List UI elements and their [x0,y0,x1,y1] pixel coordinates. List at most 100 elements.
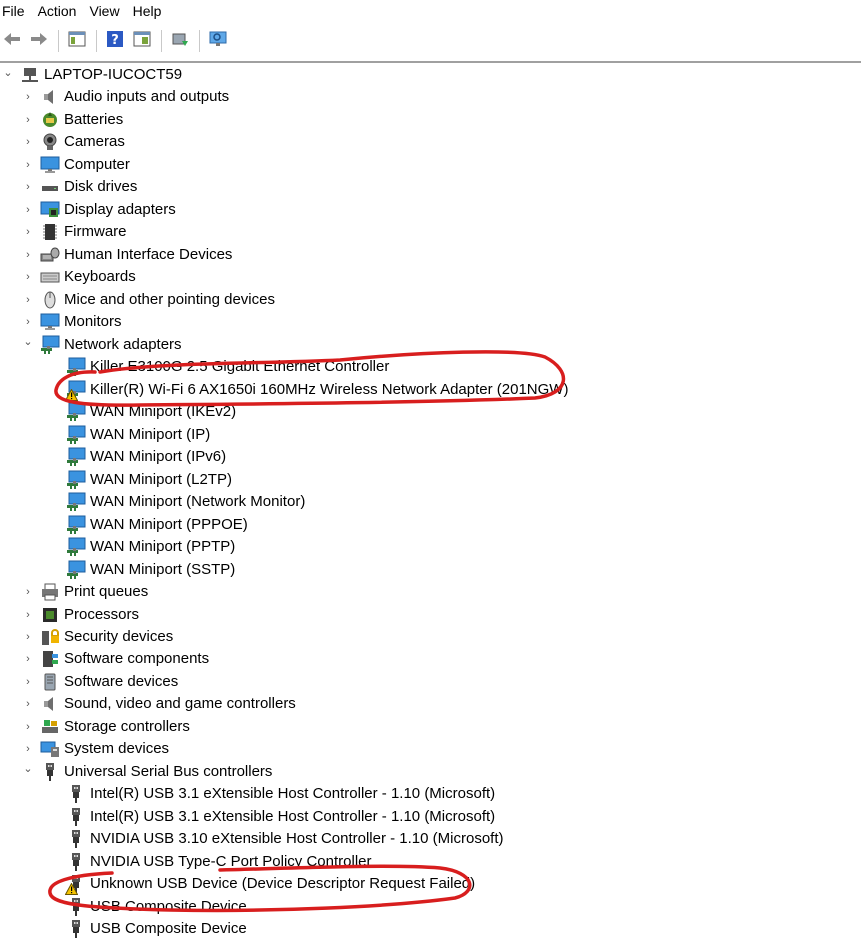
tree-device-wan-miniport-pppoe[interactable]: WAN Miniport (PPPOE) [66,514,248,536]
chevron-right-icon[interactable]: › [22,136,34,148]
tree-device-wan-miniport-l2tp[interactable]: WAN Miniport (L2TP) [66,469,232,491]
chevron-right-icon[interactable]: › [22,91,34,103]
tree-category-batteries-label: Batteries [64,110,124,128]
chip-icon [40,222,60,242]
software-device-icon [40,672,60,692]
tree-device-wan-miniport-ip-label: WAN Miniport (IP) [90,425,211,443]
chevron-down-icon[interactable]: ⌄ [2,66,14,79]
tree-category-display-adapters[interactable]: › Display adapters [22,199,176,221]
tree-device-unknown-usb-device-device-descriptor-request-failed[interactable]: Unknown USB Device (Device Descriptor Re… [65,873,475,896]
help-button[interactable]: ? [103,29,127,53]
chevron-right-icon[interactable]: › [22,631,34,643]
chevron-right-icon[interactable]: › [22,249,34,261]
tree-category-monitors-label: Monitors [64,313,122,331]
speaker-icon [40,694,60,714]
tree-device-killer-r-wi-fi-6-ax1650i-160mhz-wireless-network-adapter-201ngw[interactable]: Killer(R) Wi-Fi 6 AX1650i 160MHz Wireles… [65,379,568,401]
tree-device-intel-r-usb-3-1-extensible-host-controller-1-10-microsoft[interactable]: Intel(R) USB 3.1 eXtensible Host Control… [66,783,495,805]
tree-device-killer-e3100g-2-5-gigabit-ethernet-controller[interactable]: Killer E3100G 2.5 Gigabit Ethernet Contr… [66,356,389,378]
chevron-down-icon[interactable]: ⌄ [22,336,34,348]
tree-device-wan-miniport-pptp[interactable]: WAN Miniport (PPTP) [66,536,235,558]
chevron-right-icon[interactable]: › [22,159,34,171]
menu-file[interactable]: File [0,0,34,22]
chevron-right-icon[interactable]: › [22,114,34,126]
properties-button[interactable] [130,29,154,53]
tree-device-wan-miniport-network-monitor[interactable]: WAN Miniport (Network Monitor) [66,491,305,513]
tree-device-usb-composite-device[interactable]: USB Composite Device [66,918,247,940]
tree-category-security-devices[interactable]: › Security devices [22,626,173,648]
tree-category-cameras[interactable]: › Cameras [22,131,125,153]
chevron-right-icon[interactable]: › [22,743,34,755]
tree-category-human-interface-devices-label: Human Interface Devices [64,245,233,263]
menu-action[interactable]: Action [34,0,86,22]
tree-category-computer[interactable]: › Computer [22,154,130,176]
tree-category-keyboards[interactable]: › Keyboards [22,266,136,288]
tree-category-batteries[interactable]: › Batteries [22,109,123,131]
monitor-icon [40,312,60,332]
computer-root-icon [20,65,40,85]
tree-device-intel-r-usb-3-1-extensible-host-controller-1-10-microsoft-label: Intel(R) USB 3.1 eXtensible Host Control… [90,785,496,803]
chevron-right-icon[interactable]: › [22,676,34,688]
speaker-icon [40,87,60,107]
chevron-right-icon[interactable]: › [22,609,34,621]
tree-device-wan-miniport-ip[interactable]: WAN Miniport (IP) [66,424,210,446]
update-driver-button[interactable] [168,29,192,53]
scan-hardware-icon [208,29,228,54]
tree-category-storage-controllers[interactable]: › Storage controllers [22,716,190,738]
chevron-right-icon[interactable]: › [22,586,34,598]
tree-category-network-adapters-label: Network adapters [64,335,182,353]
tree-category-network-adapters[interactable]: ⌄ Network adapters [22,334,182,356]
system-icon [40,739,60,759]
chevron-right-icon[interactable]: › [22,653,34,665]
display-adapter-icon [40,200,60,220]
tree-category-processors[interactable]: › Processors [22,604,139,626]
tree-device-wan-miniport-ikev2[interactable]: WAN Miniport (IKEv2) [66,401,236,423]
chevron-down-icon[interactable]: ⌄ [22,763,34,775]
show-hide-console-tree-icon [67,29,87,54]
network-icon [66,560,86,580]
tree-device-wan-miniport-sstp[interactable]: WAN Miniport (SSTP) [66,559,235,581]
chevron-right-icon[interactable]: › [22,721,34,733]
usb-icon [66,919,86,939]
tree-category-sound-video-and-game-controllers[interactable]: › Sound, video and game controllers [22,693,296,715]
chevron-right-icon[interactable]: › [22,698,34,710]
software-component-icon [40,649,60,669]
storage-icon [40,717,60,737]
tree-category-monitors[interactable]: › Monitors [22,311,122,333]
tree-device-nvidia-usb-3-10-extensible-host-controller-1-10-microsoft[interactable]: NVIDIA USB 3.10 eXtensible Host Controll… [66,828,504,850]
tree-category-print-queues[interactable]: › Print queues [22,581,148,603]
tree-category-mice-and-other-pointing-devices[interactable]: › Mice and other pointing devices [22,289,275,311]
back-icon [2,29,22,54]
menu-help[interactable]: Help [129,0,171,22]
chevron-right-icon[interactable]: › [22,181,34,193]
network-icon [66,515,86,535]
tree-category-software-components[interactable]: › Software components [22,648,209,670]
security-icon [40,627,60,647]
tree-category-universal-serial-bus-controllers[interactable]: ⌄ Universal Serial Bus controllers [22,761,272,783]
toolbar-separator [96,30,97,52]
tree-device-nvidia-usb-type-c-port-policy-controller[interactable]: NVIDIA USB Type-C Port Policy Controller [66,851,371,873]
tree-category-disk-drives[interactable]: › Disk drives [22,176,137,198]
tree-device-intel-r-usb-3-1-extensible-host-controller-1-10-microsoft[interactable]: Intel(R) USB 3.1 eXtensible Host Control… [66,806,495,828]
chevron-right-icon[interactable]: › [22,271,34,283]
chevron-right-icon[interactable]: › [22,204,34,216]
tree-category-human-interface-devices[interactable]: › Human Interface Devices [22,244,232,266]
usb-icon [66,897,86,917]
chevron-right-icon[interactable]: › [22,316,34,328]
tree-category-audio-inputs-and-outputs[interactable]: › Audio inputs and outputs [22,86,229,108]
tree-device-wan-miniport-l2tp-label: WAN Miniport (L2TP) [90,470,232,488]
tree-root[interactable]: ⌄ LAPTOP-IUCOCT59 [2,64,182,86]
tree-device-usb-composite-device[interactable]: USB Composite Device [66,896,247,918]
menu-view[interactable]: View [85,0,128,22]
chevron-right-icon[interactable]: › [22,294,34,306]
tree-device-wan-miniport-ipv6[interactable]: WAN Miniport (IPv6) [66,446,226,468]
forward-button[interactable] [27,29,51,53]
back-button[interactable] [0,29,24,53]
chevron-right-icon[interactable]: › [22,226,34,238]
tree-category-firmware[interactable]: › Firmware [22,221,127,243]
tree-category-software-devices[interactable]: › Software devices [22,671,178,693]
tree-category-system-devices[interactable]: › System devices [22,738,169,760]
show-hide-console-tree-button[interactable] [65,29,89,53]
scan-hardware-button[interactable] [206,29,230,53]
tree-device-wan-miniport-ikev2-label: WAN Miniport (IKEv2) [90,403,237,421]
tree-category-firmware-label: Firmware [64,223,127,241]
